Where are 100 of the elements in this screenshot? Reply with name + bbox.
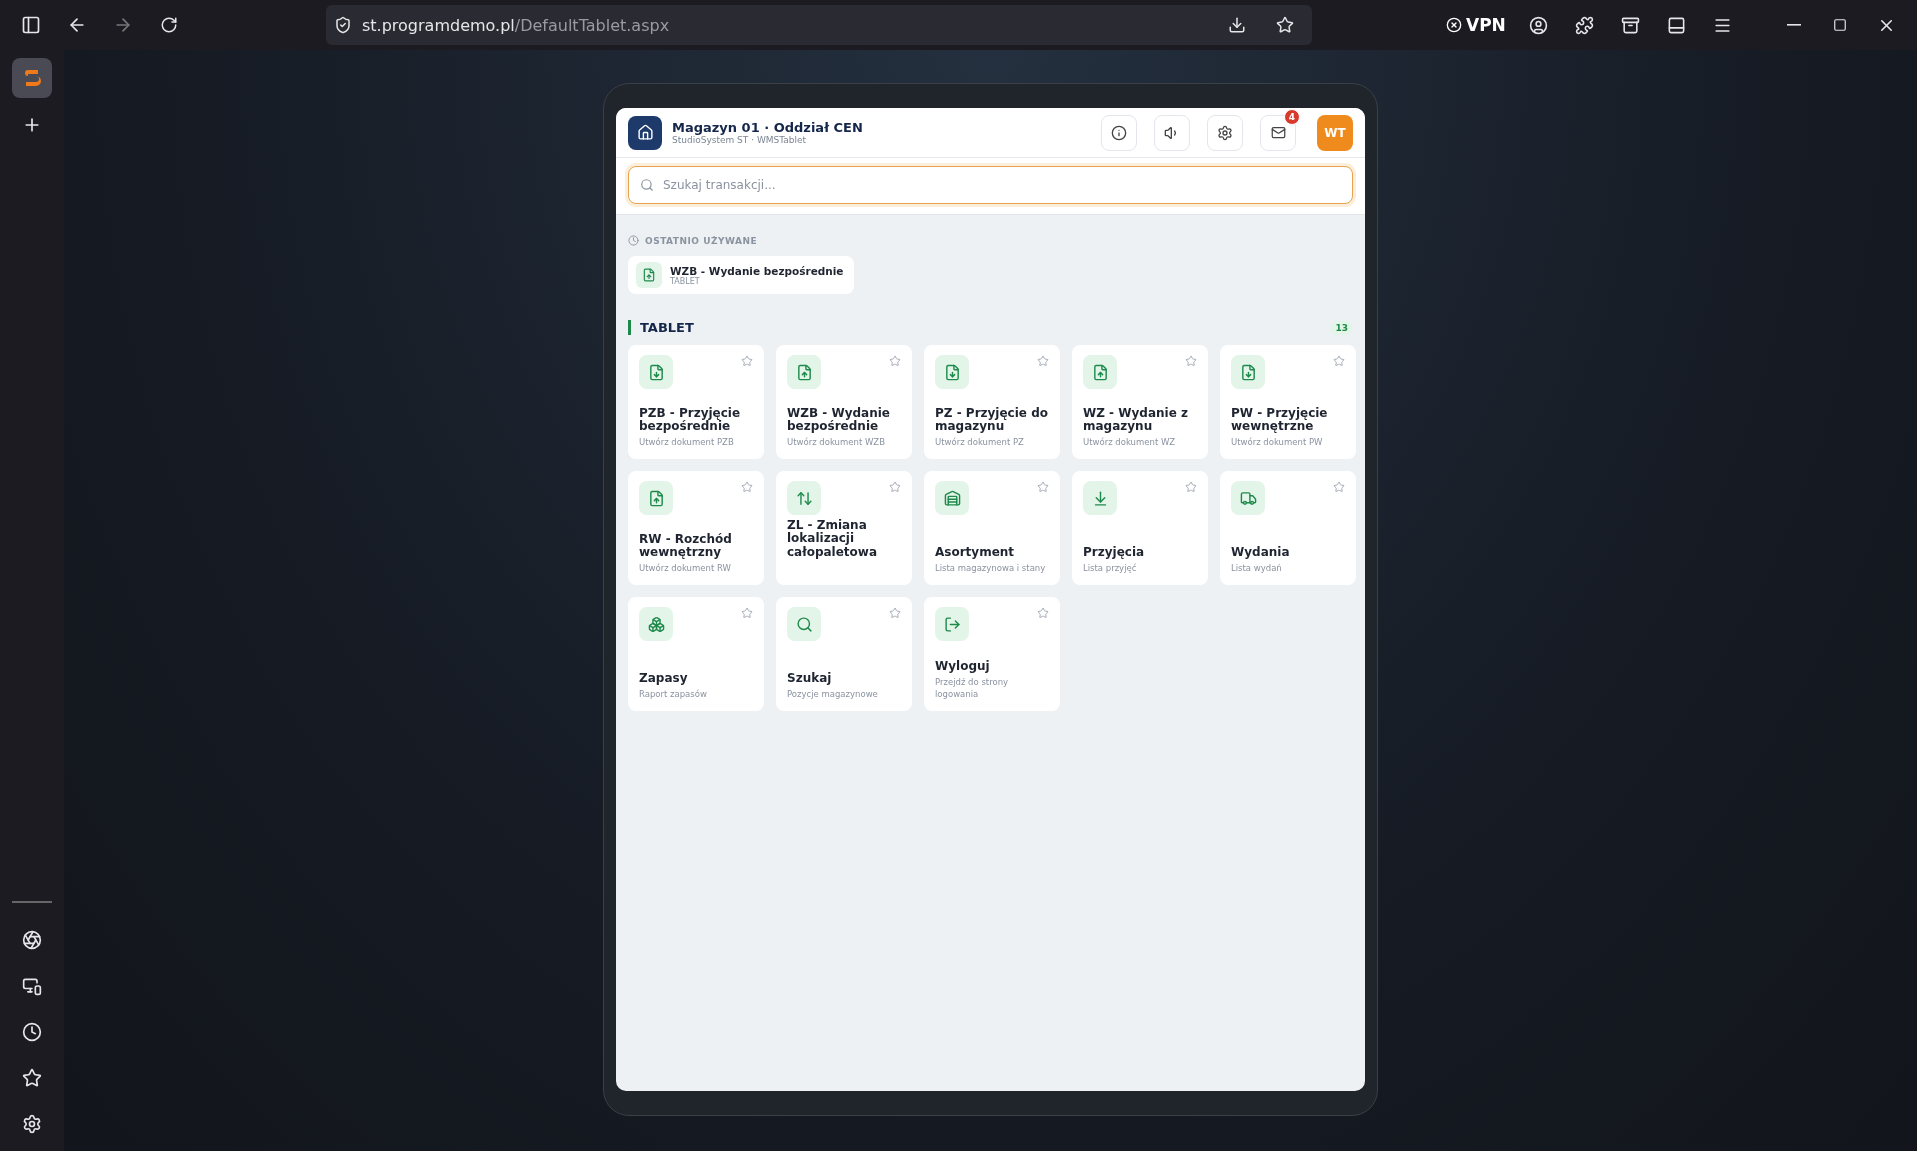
search-icon — [640, 178, 654, 192]
download-icon — [1228, 16, 1246, 34]
search-field[interactable]: Szukaj transakcji... — [628, 166, 1353, 204]
count-badge: 13 — [1330, 320, 1353, 335]
tile-subtitle: Lista wydań — [1231, 563, 1283, 575]
clock-icon — [628, 235, 639, 246]
star-icon[interactable] — [741, 607, 753, 619]
boxes-icon — [647, 615, 665, 633]
tile-title: Zapasy — [639, 672, 689, 687]
extensions-icon — [1575, 15, 1595, 35]
swap-arrows-icon — [795, 489, 813, 507]
transaction-tile[interactable]: Wyloguj Przejdź do strony logowania — [924, 597, 1060, 711]
tile-subtitle: Utwórz dokument PW — [1231, 437, 1324, 449]
address-bar[interactable]: st.programdemo.pl/DefaultTablet.aspx — [326, 5, 1312, 45]
settings-button[interactable] — [1207, 114, 1243, 151]
star-icon[interactable] — [1333, 355, 1345, 367]
app-button[interactable] — [12, 58, 52, 98]
tile-subtitle: Lista magazynowa i stany — [935, 563, 1047, 575]
star-icon[interactable] — [889, 481, 901, 493]
search-icon — [795, 615, 813, 633]
bookmark-icon — [1276, 16, 1294, 34]
mail-button[interactable] — [1260, 114, 1296, 151]
transaction-tile[interactable]: PW - Przyjęcie wewnętrzne Utwórz dokument PW — [1220, 345, 1356, 459]
transaction-tile[interactable]: RW - Rozchód wewnętrzny Utwórz dokument RW — [628, 471, 764, 585]
file-upload-icon — [647, 489, 665, 507]
tile-subtitle: Utwórz dokument WZ — [1083, 437, 1177, 449]
tile-title: Szukaj — [787, 672, 833, 687]
star-icon[interactable] — [1333, 481, 1345, 493]
file-download-icon — [943, 363, 961, 381]
info-icon — [1111, 124, 1127, 141]
app-subtitle: StudioSystem ST · WMSTablet — [672, 135, 808, 145]
logo-icon — [23, 67, 41, 89]
home-button[interactable] — [628, 115, 662, 150]
tile-subtitle: Utwórz dokument WZB — [787, 437, 886, 449]
star-icon[interactable] — [1185, 481, 1197, 493]
tile-title: ZL - Zmiana lokalizacji całopaletowa — [787, 518, 878, 560]
tile-title: WZB - Wydanie bezpośrednie — [787, 406, 891, 435]
tile-title: PZ - Przyjęcie do magazynu — [935, 406, 1049, 435]
warehouse-title: Magazyn 01 · Oddział CEN — [672, 120, 864, 135]
tile-subtitle: Raport zapasów — [639, 689, 708, 701]
transaction-tile[interactable]: WZB - Wydanie bezpośrednie Utwórz dokument WZB — [776, 345, 912, 459]
settings-icon — [22, 1114, 42, 1134]
history-icon — [22, 1022, 42, 1042]
tile-title: PW - Przyjęcie wewnętrzne — [1231, 406, 1329, 435]
recent-item-category: TABLET — [670, 276, 701, 286]
tile-subtitle: Utwórz dokument PZB — [639, 437, 735, 449]
tile-title: Przyjęcia — [1083, 546, 1146, 561]
close-circle-icon — [1446, 17, 1462, 33]
star-icon[interactable] — [1185, 355, 1197, 367]
tile-subtitle: Utwórz dokument PZ — [935, 437, 1025, 449]
star-icon[interactable] — [1037, 607, 1049, 619]
tile-title: WZ - Wydanie z magazynu — [1083, 406, 1189, 435]
star-icon[interactable] — [741, 355, 753, 367]
transaction-tile[interactable]: Szukaj Pozycje magazynowe — [776, 597, 912, 711]
shield-icon — [334, 16, 352, 34]
transaction-tile[interactable]: ZL - Zmiana lokalizacji całopaletowa — [776, 471, 912, 585]
info-button[interactable] — [1101, 114, 1137, 151]
logout-icon — [943, 615, 961, 633]
url-host: st.programdemo.pl — [362, 15, 515, 35]
settings-icon — [1217, 124, 1233, 141]
warehouse-icon — [943, 489, 961, 507]
transaction-tile[interactable]: Asortyment Lista magazynowa i stany — [924, 471, 1060, 585]
tile-title: Wyloguj — [935, 660, 991, 675]
file-upload-icon — [642, 268, 656, 282]
minimize-icon — [1787, 24, 1801, 26]
file-upload-icon — [1091, 363, 1109, 381]
reload-icon — [160, 16, 178, 34]
mail-icon — [1270, 125, 1286, 140]
tile-subtitle: Utwórz dokument RW — [639, 563, 732, 575]
star-icon[interactable] — [889, 607, 901, 619]
transaction-tile[interactable]: WZ - Wydanie z magazynu Utwórz dokument WZ — [1072, 345, 1208, 459]
tile-title: RW - Rozchód wewnętrzny — [639, 532, 733, 561]
sidebar-toggle-icon — [21, 15, 41, 35]
file-download-icon — [1239, 363, 1257, 381]
star-icon[interactable] — [1037, 481, 1049, 493]
tile-title: PZB - Przyjęcie bezpośrednie — [639, 406, 742, 435]
star-icon[interactable] — [889, 355, 901, 367]
section-heading: OSTATNIO UŻYWANE — [645, 235, 758, 246]
profile-icon — [1529, 15, 1549, 35]
devices-icon — [22, 976, 42, 996]
vpn-button[interactable]: VPN — [1440, 14, 1512, 36]
sound-button[interactable] — [1154, 114, 1190, 151]
tile-title: Asortyment — [935, 546, 1016, 561]
favorites-icon — [22, 1068, 42, 1088]
url-path: /DefaultTablet.aspx — [514, 15, 670, 35]
transaction-tile[interactable]: PZB - Przyjęcie bezpośrednie Utwórz dokument PZB — [628, 345, 764, 459]
recent-item-title: WZB - Wydanie bezpośrednie — [670, 264, 844, 277]
transaction-tile[interactable]: Zapasy Raport zapasów — [628, 597, 764, 711]
transaction-tile[interactable]: PZ - Przyjęcie do magazynu Utwórz dokument PZ — [924, 345, 1060, 459]
star-icon[interactable] — [1037, 355, 1049, 367]
file-upload-icon — [795, 363, 813, 381]
file-download-icon — [647, 363, 665, 381]
maximize-icon — [1833, 18, 1847, 32]
tile-subtitle: Przejdź do strony logowania — [935, 677, 1010, 701]
transaction-tile[interactable]: Wydania Lista wydań — [1220, 471, 1356, 585]
star-icon[interactable] — [741, 481, 753, 493]
tile-subtitle: Pozycje magazynowe — [787, 689, 879, 701]
transaction-tile[interactable]: Przyjęcia Lista przyjęć — [1072, 471, 1208, 585]
recent-item[interactable]: WZB - Wydanie bezpośrednie TABLET — [628, 256, 854, 294]
home-icon — [636, 124, 654, 141]
